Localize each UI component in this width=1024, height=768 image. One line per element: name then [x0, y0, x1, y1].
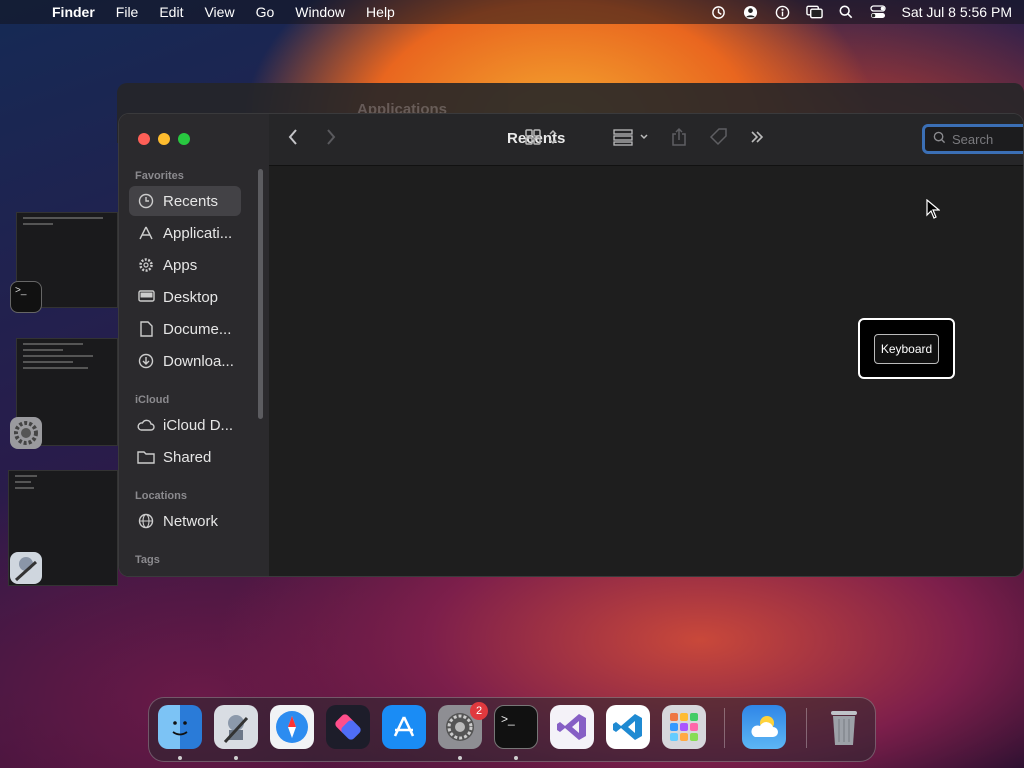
dock-terminal-icon[interactable]: >_ [494, 705, 538, 749]
menu-bar: Finder File Edit View Go Window Help Sat… [0, 0, 1024, 24]
group-by-icon[interactable] [613, 127, 651, 147]
running-indicator [514, 756, 518, 760]
menu-go[interactable]: Go [256, 4, 275, 20]
control-center-icon[interactable] [869, 5, 887, 19]
terminal-app-icon: >_ [10, 281, 42, 313]
document-icon [137, 320, 155, 338]
shared-folder-icon [137, 448, 155, 466]
search-input[interactable] [952, 131, 1023, 147]
cloud-icon [137, 416, 155, 434]
user-icon[interactable] [741, 5, 759, 19]
sidebar-item-apps[interactable]: Apps [129, 250, 241, 280]
sidebar-item-documents[interactable]: Docume... [129, 314, 241, 344]
sidebar-item-label: Desktop [163, 288, 219, 306]
mouse-cursor-icon [926, 198, 941, 224]
sidebar-item-label: Apps [163, 256, 198, 274]
back-chevron-icon[interactable] [287, 127, 299, 147]
sidebar-item-desktop[interactable]: Desktop [129, 282, 241, 312]
dock-shortcuts-icon[interactable] [326, 705, 370, 749]
applications-icon [137, 224, 155, 242]
dock-safari-icon[interactable] [270, 705, 314, 749]
automator-app-icon [10, 552, 42, 584]
menu-view[interactable]: View [204, 4, 234, 20]
search-icon [933, 131, 946, 147]
sidebar-item-shared[interactable]: Shared [129, 442, 241, 472]
sidebar-item-label: Downloa... [163, 352, 234, 370]
dock-vscode-icon[interactable] [606, 705, 650, 749]
sidebar: Favorites Recents Applicati... Apps Desk… [119, 114, 269, 576]
settings-app-icon [10, 417, 42, 449]
sidebar-item-label: Shared [163, 448, 212, 466]
desktop-icon [137, 288, 155, 306]
sidebar-item-label: Docume... [163, 320, 232, 338]
zoom-button[interactable] [178, 133, 190, 145]
menu-help[interactable]: Help [366, 4, 395, 20]
dock-finder-icon[interactable] [158, 705, 202, 749]
menu-file[interactable]: File [116, 4, 139, 20]
sidebar-section-icloud: iCloud [135, 394, 170, 406]
sidebar-item-applications[interactable]: Applicati... [129, 218, 241, 248]
search-field[interactable] [922, 124, 1023, 154]
sidebar-item-icloud-drive[interactable]: iCloud D... [129, 410, 241, 440]
dock-weather-icon[interactable] [742, 705, 786, 749]
notification-badge: 2 [470, 702, 488, 720]
dock-separator [806, 708, 807, 748]
globe-icon [137, 512, 155, 530]
sidebar-item-downloads[interactable]: Downloa... [129, 346, 241, 376]
dock-app-store-icon[interactable] [382, 705, 426, 749]
menu-clock[interactable]: Sat Jul 8 5:56 PM [901, 4, 1012, 20]
dock-launchpad-icon[interactable] [662, 705, 706, 749]
screen-mirroring-icon[interactable] [805, 5, 823, 19]
running-indicator [178, 756, 182, 760]
menu-window[interactable]: Window [295, 4, 345, 20]
keyboard-overlay: Keyboard [858, 318, 955, 379]
sidebar-scrollbar[interactable] [258, 169, 263, 419]
sidebar-item-recents[interactable]: Recents [129, 186, 241, 216]
forward-chevron-icon[interactable] [325, 127, 337, 147]
dock-trash-icon[interactable] [822, 705, 866, 749]
close-button[interactable] [138, 133, 150, 145]
sidebar-section-tags: Tags [135, 554, 160, 566]
accessibility-icon[interactable] [773, 5, 791, 19]
running-indicator [458, 756, 462, 760]
sidebar-item-label: Recents [163, 192, 219, 210]
tag-icon[interactable] [709, 127, 729, 147]
share-icon[interactable] [670, 127, 688, 147]
sidebar-item-network[interactable]: Network [129, 506, 241, 536]
toolbar: Recents [269, 114, 1023, 166]
gear-icon [137, 256, 155, 274]
minimize-button[interactable] [158, 133, 170, 145]
more-chevrons-icon[interactable] [749, 127, 765, 147]
menu-app-name[interactable]: Finder [52, 4, 95, 20]
sidebar-section-locations: Locations [135, 490, 187, 502]
dock-visual-studio-icon[interactable] [550, 705, 594, 749]
clock-icon [137, 192, 155, 210]
download-icon [137, 352, 155, 370]
window-controls [138, 133, 190, 145]
menu-edit[interactable]: Edit [159, 4, 183, 20]
dock-automator-icon[interactable] [214, 705, 258, 749]
running-indicator [234, 756, 238, 760]
spotlight-icon[interactable] [837, 5, 855, 19]
dock: >_ [148, 697, 876, 762]
icon-view-grid-icon[interactable] [525, 127, 561, 147]
sidebar-item-label: Applicati... [163, 224, 233, 242]
time-machine-icon[interactable] [709, 5, 727, 19]
sidebar-item-label: iCloud D... [163, 416, 234, 434]
sidebar-section-favorites: Favorites [135, 170, 184, 182]
sidebar-item-label: Network [163, 512, 219, 530]
dock-separator [724, 708, 725, 748]
keyboard-label: Keyboard [873, 333, 940, 364]
